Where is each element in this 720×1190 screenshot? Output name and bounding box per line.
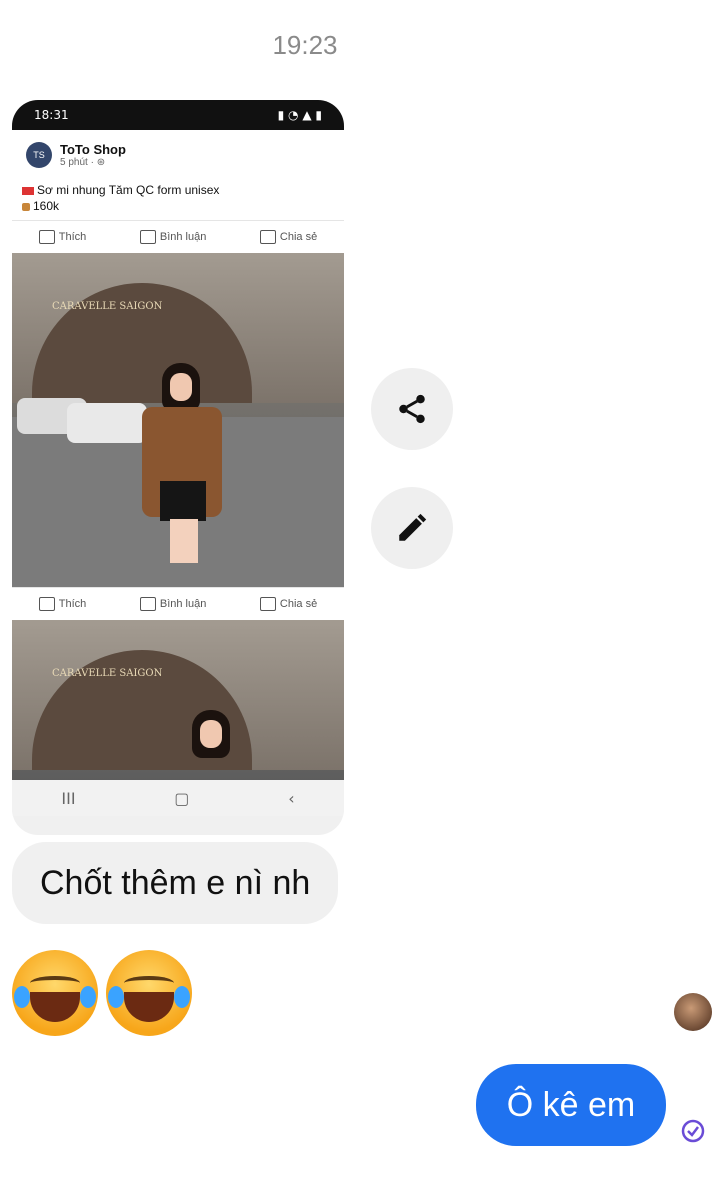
- share-action: Chia sẻ: [259, 230, 318, 244]
- share-arrow-icon: [259, 230, 276, 244]
- emoji-message[interactable]: [12, 950, 192, 1036]
- tears-of-joy-emoji: [12, 950, 98, 1036]
- like-label: Thích: [58, 231, 87, 243]
- post-actions: Thích Bình luận Chia sẻ: [12, 220, 344, 253]
- face: [170, 373, 192, 401]
- post-text: Sơ mi nhung Tăm QC form unisex 160k: [12, 180, 344, 220]
- status-time: 18:31: [34, 108, 69, 122]
- model-person: [162, 710, 262, 780]
- message-timestamp: 19:23: [272, 30, 338, 60]
- incoming-message-bubble[interactable]: Chốt thêm e nì nh: [12, 842, 339, 924]
- comment-action: Bình luận: [139, 230, 207, 244]
- shop-avatar: TS: [26, 142, 52, 168]
- post-header: TS ToTo Shop 5 phút · ⊛: [12, 130, 344, 180]
- post-actions-second: Thích Bình luận Chia sẻ: [12, 587, 344, 620]
- phone-status-bar: 18:31 ▮ ◔ ▲ ▮: [12, 100, 344, 130]
- share-action: Chia sẻ: [259, 597, 318, 611]
- hotel-sign: CARAVELLE SAIGON: [52, 301, 163, 312]
- comment-icon: [139, 230, 156, 244]
- android-nav-bar: III ▢ ‹: [12, 780, 344, 816]
- like-action: Thích: [38, 597, 87, 611]
- share-label: Chia sẻ: [279, 231, 318, 243]
- tears-of-joy-emoji: [106, 950, 192, 1036]
- recent-apps-icon: III: [61, 788, 76, 808]
- outgoing-message-bubble[interactable]: Ô kê em: [476, 1064, 666, 1146]
- post-photo: CARAVELLE SAIGON: [12, 253, 344, 587]
- post-title: Sơ mi nhung Tăm QC form unisex: [37, 183, 220, 197]
- shared-screenshot-image[interactable]: 18:31 ▮ ◔ ▲ ▮ TS ToTo Shop 5 phút · ⊛ Sơ…: [12, 100, 344, 835]
- like-icon: [38, 597, 55, 611]
- share-arrow-icon: [259, 597, 276, 611]
- back-icon: ‹: [288, 788, 295, 808]
- comment-action: Bình luận: [139, 597, 207, 611]
- edit-button[interactable]: [371, 487, 453, 569]
- share-label: Chia sẻ: [279, 598, 318, 610]
- flag-icon: [22, 186, 34, 195]
- share-icon: [399, 394, 425, 424]
- sent-check-icon: [681, 1119, 705, 1143]
- model-person: [132, 363, 232, 563]
- post-photo-second: CARAVELLE SAIGON: [12, 620, 344, 780]
- comment-label: Bình luận: [159, 231, 207, 243]
- like-label: Thích: [58, 598, 87, 610]
- share-button[interactable]: [371, 368, 453, 450]
- hotel-sign: CARAVELLE SAIGON: [52, 668, 163, 679]
- post-price: 160k: [33, 199, 60, 213]
- money-bag-icon: [22, 202, 30, 211]
- shop-name: ToTo Shop: [60, 142, 126, 157]
- black-skirt: [160, 481, 206, 521]
- comment-label: Bình luận: [159, 598, 207, 610]
- comment-icon: [139, 597, 156, 611]
- face: [200, 720, 222, 748]
- like-action: Thích: [38, 230, 87, 244]
- status-icons: ▮ ◔ ▲ ▮: [277, 108, 322, 122]
- post-time: 5 phút · ⊛: [60, 157, 106, 168]
- like-icon: [38, 230, 55, 244]
- legs: [170, 519, 198, 563]
- read-receipt-avatar: [674, 993, 712, 1031]
- home-icon: ▢: [174, 788, 190, 808]
- pencil-icon: [399, 513, 427, 541]
